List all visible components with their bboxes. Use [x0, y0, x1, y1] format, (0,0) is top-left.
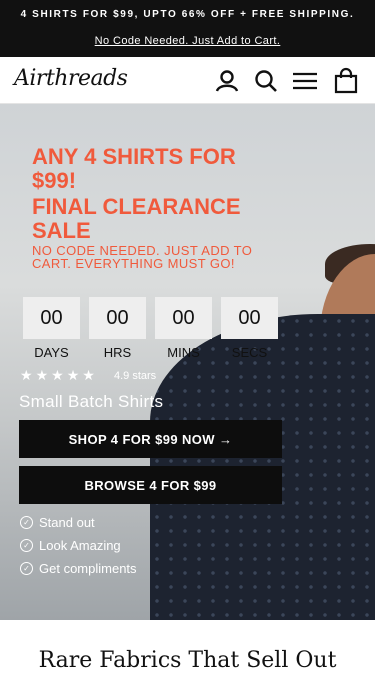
star-icon: ★ [66, 367, 80, 383]
cart-icon[interactable] [332, 67, 360, 95]
shop-now-button[interactable]: SHOP 4 FOR $99 NOW → [19, 420, 282, 458]
hero-subtext: NO CODE NEEDED. JUST ADD TO CART. EVERYT… [32, 243, 253, 271]
countdown-value: 00 [155, 297, 212, 339]
menu-icon[interactable] [291, 67, 319, 95]
check-circle-icon: ✓ [20, 516, 33, 529]
announcement-bar: 4 SHIRTS FOR $99, UPTO 66% OFF + FREE SH… [0, 0, 375, 57]
hero-headline-sale: FINAL CLEARANCE SALE [32, 194, 241, 243]
countdown-label: HRS [103, 345, 132, 360]
account-icon[interactable] [213, 67, 241, 95]
browse-button[interactable]: BROWSE 4 FOR $99 [19, 466, 282, 504]
benefit-label: Look Amazing [39, 538, 121, 553]
countdown-label: DAYS [34, 345, 69, 360]
benefit-item: ✓ Look Amazing [20, 538, 121, 553]
countdown-hours: 00 HRS [89, 297, 146, 360]
star-icon: ★ [51, 367, 64, 383]
countdown-value: 00 [89, 297, 146, 339]
rating-text: 4.9 stars [114, 370, 157, 382]
section-title: Rare Fabrics That Sell Out [38, 648, 337, 673]
check-circle-icon: ✓ [20, 562, 33, 575]
announcement-link[interactable]: No Code Needed. Just Add to Cart. [0, 35, 375, 47]
search-icon[interactable] [252, 67, 280, 95]
star-icon: ★ [82, 367, 95, 383]
countdown-minutes: 00 MINS [155, 297, 212, 360]
benefit-item: ✓ Get compliments [20, 561, 137, 576]
check-circle-icon: ✓ [20, 539, 33, 552]
star-icon: ★ [35, 367, 49, 383]
announcement-text: 4 SHIRTS FOR $99, UPTO 66% OFF + FREE SH… [20, 9, 355, 20]
star-icon: ★ [20, 367, 33, 383]
countdown-seconds: 00 SECS [221, 297, 278, 360]
logo[interactable]: Airthreads [14, 66, 128, 91]
hero-tagline: Small Batch Shirts [19, 392, 164, 411]
countdown-label: SECS [231, 345, 268, 360]
countdown-label: MINS [167, 345, 200, 360]
countdown-value: 00 [23, 297, 80, 339]
benefit-item: ✓ Stand out [20, 515, 95, 530]
countdown-days: 00 DAYS [23, 297, 80, 360]
benefit-label: Get compliments [39, 561, 137, 576]
site-header: Airthreads [0, 57, 375, 104]
countdown-value: 00 [221, 297, 278, 339]
hero-headline: ANY 4 SHIRTS FOR $99! [32, 144, 236, 193]
benefit-label: Stand out [39, 515, 95, 530]
rating-stars: ★ ★ ★ ★ ★ [20, 368, 95, 382]
